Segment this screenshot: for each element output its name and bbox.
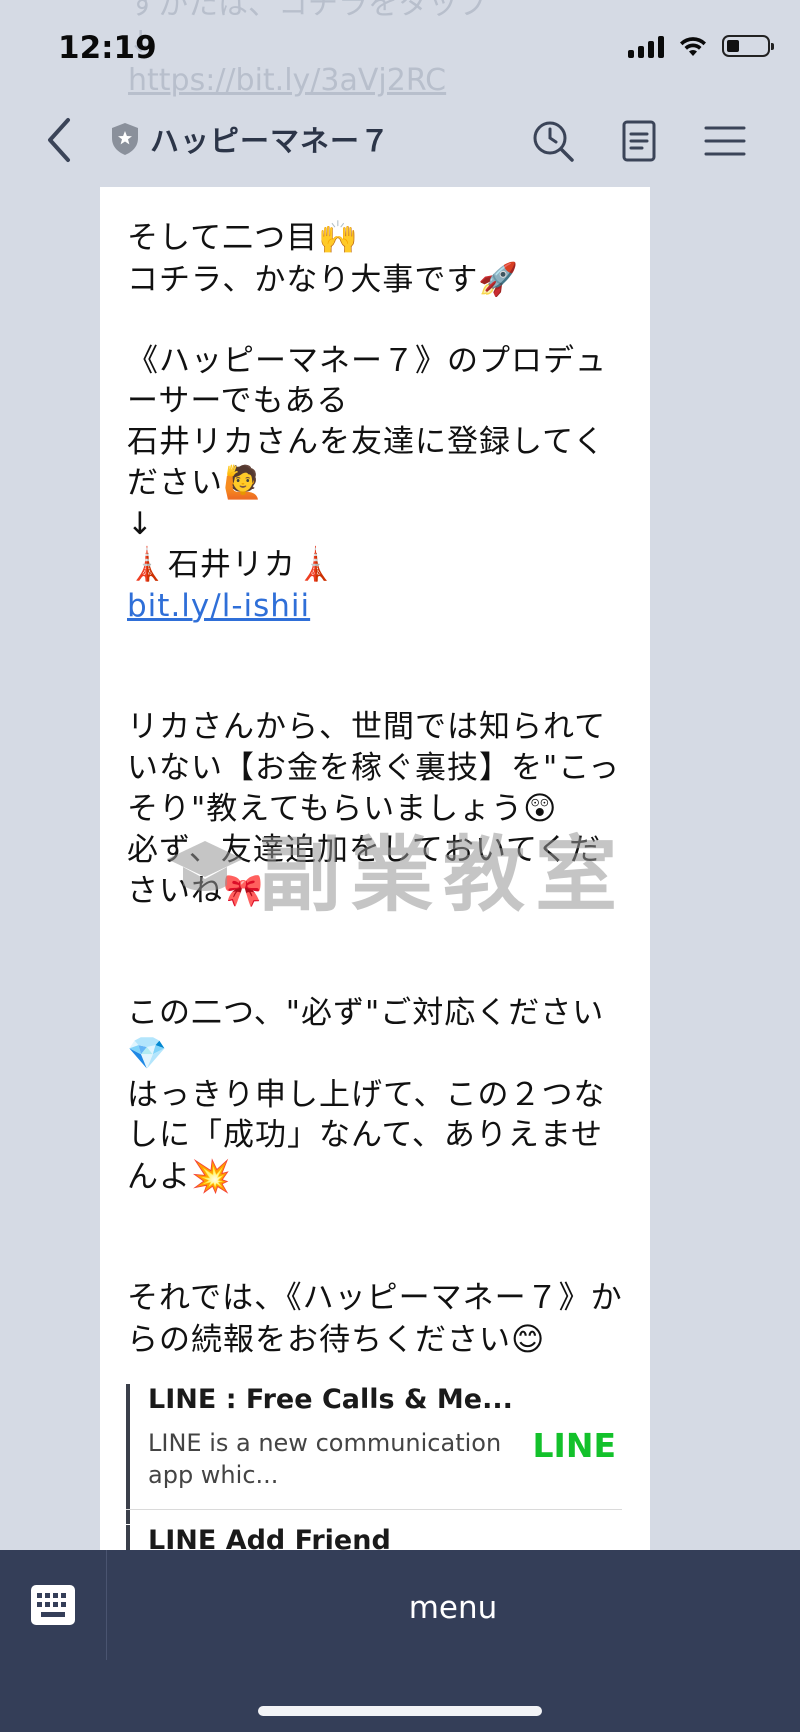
chat-header: ハッピーマネー７ bbox=[0, 100, 800, 180]
tokyo-tower-emoji-icon: 🗼 bbox=[295, 545, 337, 583]
gem-emoji-icon: 💎 bbox=[127, 1034, 168, 1072]
notes-icon[interactable] bbox=[616, 118, 662, 164]
status-indicators bbox=[628, 34, 774, 58]
astonished-face-emoji-icon: 😲 bbox=[523, 789, 558, 827]
message-text: そして二つ目🙌 コチラ、かなり大事です🚀 《ハッピーマネー７》のプロデューサーで… bbox=[127, 217, 627, 1360]
producer-link[interactable]: bit.ly/l-ishii bbox=[127, 588, 310, 624]
chat-title: ハッピーマネー７ bbox=[150, 124, 391, 158]
bottom-menu-bar: menu bbox=[0, 1550, 800, 1732]
smiling-face-emoji-icon: 😊 bbox=[511, 1319, 546, 1358]
verified-shield-icon bbox=[112, 123, 138, 155]
message-line-important: コチラ、かなり大事です bbox=[127, 261, 479, 298]
cellular-signal-icon bbox=[628, 34, 664, 58]
search-history-icon[interactable] bbox=[530, 118, 576, 164]
previous-message-text: すかたは、コチラをタップ bbox=[128, 0, 488, 22]
menu-hamburger-icon[interactable] bbox=[702, 118, 748, 164]
rocket-emoji-icon: 🚀 bbox=[478, 259, 520, 298]
rich-menu-toggle[interactable]: menu bbox=[106, 1590, 800, 1626]
previous-message-fragment: すかたは、コチラをタップ ↓ https://bit.ly/3aVj2RC bbox=[128, 0, 488, 100]
link-preview-title-2: LINE Add Friend bbox=[148, 1525, 391, 1550]
message-arrow: ↓ bbox=[127, 505, 154, 542]
ribbon-emoji-icon: 🎀 bbox=[223, 871, 264, 909]
collision-emoji-icon: 💥 bbox=[191, 1156, 232, 1195]
wifi-icon bbox=[680, 37, 706, 56]
message-bubble: そして二つ目🙌 コチラ、かなり大事です🚀 《ハッピーマネー７》のプロデューサーで… bbox=[100, 187, 650, 1550]
message-line-second-item: そして二つ目 bbox=[127, 220, 319, 256]
raised-hands-emoji-icon: 🙌 bbox=[318, 218, 359, 256]
line-logo-icon: LINE bbox=[532, 1426, 616, 1465]
back-button[interactable] bbox=[40, 114, 80, 166]
person-raising-hand-emoji-icon: 🙋 bbox=[223, 463, 264, 501]
home-indicator[interactable] bbox=[258, 1706, 542, 1716]
link-preview-card-2[interactable]: LINE Add Friend bbox=[126, 1525, 626, 1550]
chat-title-area[interactable]: ハッピーマネー７ bbox=[110, 118, 390, 160]
producer-name: 石井リカ bbox=[167, 547, 296, 583]
battery-icon bbox=[722, 35, 774, 57]
link-preview-title: LINE : Free Calls & Me... bbox=[148, 1384, 513, 1415]
link-preview-description: LINE is a new communication app whic... bbox=[148, 1429, 502, 1489]
message-producer-paragraph: 《ハッピーマネー７》のプロデューサーでもある 石井リカさんを友達に登録してくださ… bbox=[127, 342, 607, 502]
keyboard-toggle-button[interactable] bbox=[0, 1550, 107, 1660]
keyboard-icon bbox=[31, 1585, 75, 1625]
tokyo-tower-emoji-icon: 🗼 bbox=[127, 545, 168, 583]
status-time: 12:19 bbox=[58, 30, 157, 66]
message-must-respond: この二つ、"必ず"ご対応ください bbox=[127, 994, 605, 1031]
message-add-friend-line: 必ず、友達追加をしておいてくださいね bbox=[127, 831, 602, 910]
message-closing: それでは、《ハッピーマネー７》からの続報をお待ちください bbox=[127, 1280, 623, 1358]
link-preview-card[interactable]: LINE : Free Calls & Me... LINE is a new … bbox=[126, 1384, 626, 1524]
previous-message-link[interactable]: https://bit.ly/3aVj2RC bbox=[128, 63, 446, 98]
card-divider bbox=[126, 1509, 622, 1510]
